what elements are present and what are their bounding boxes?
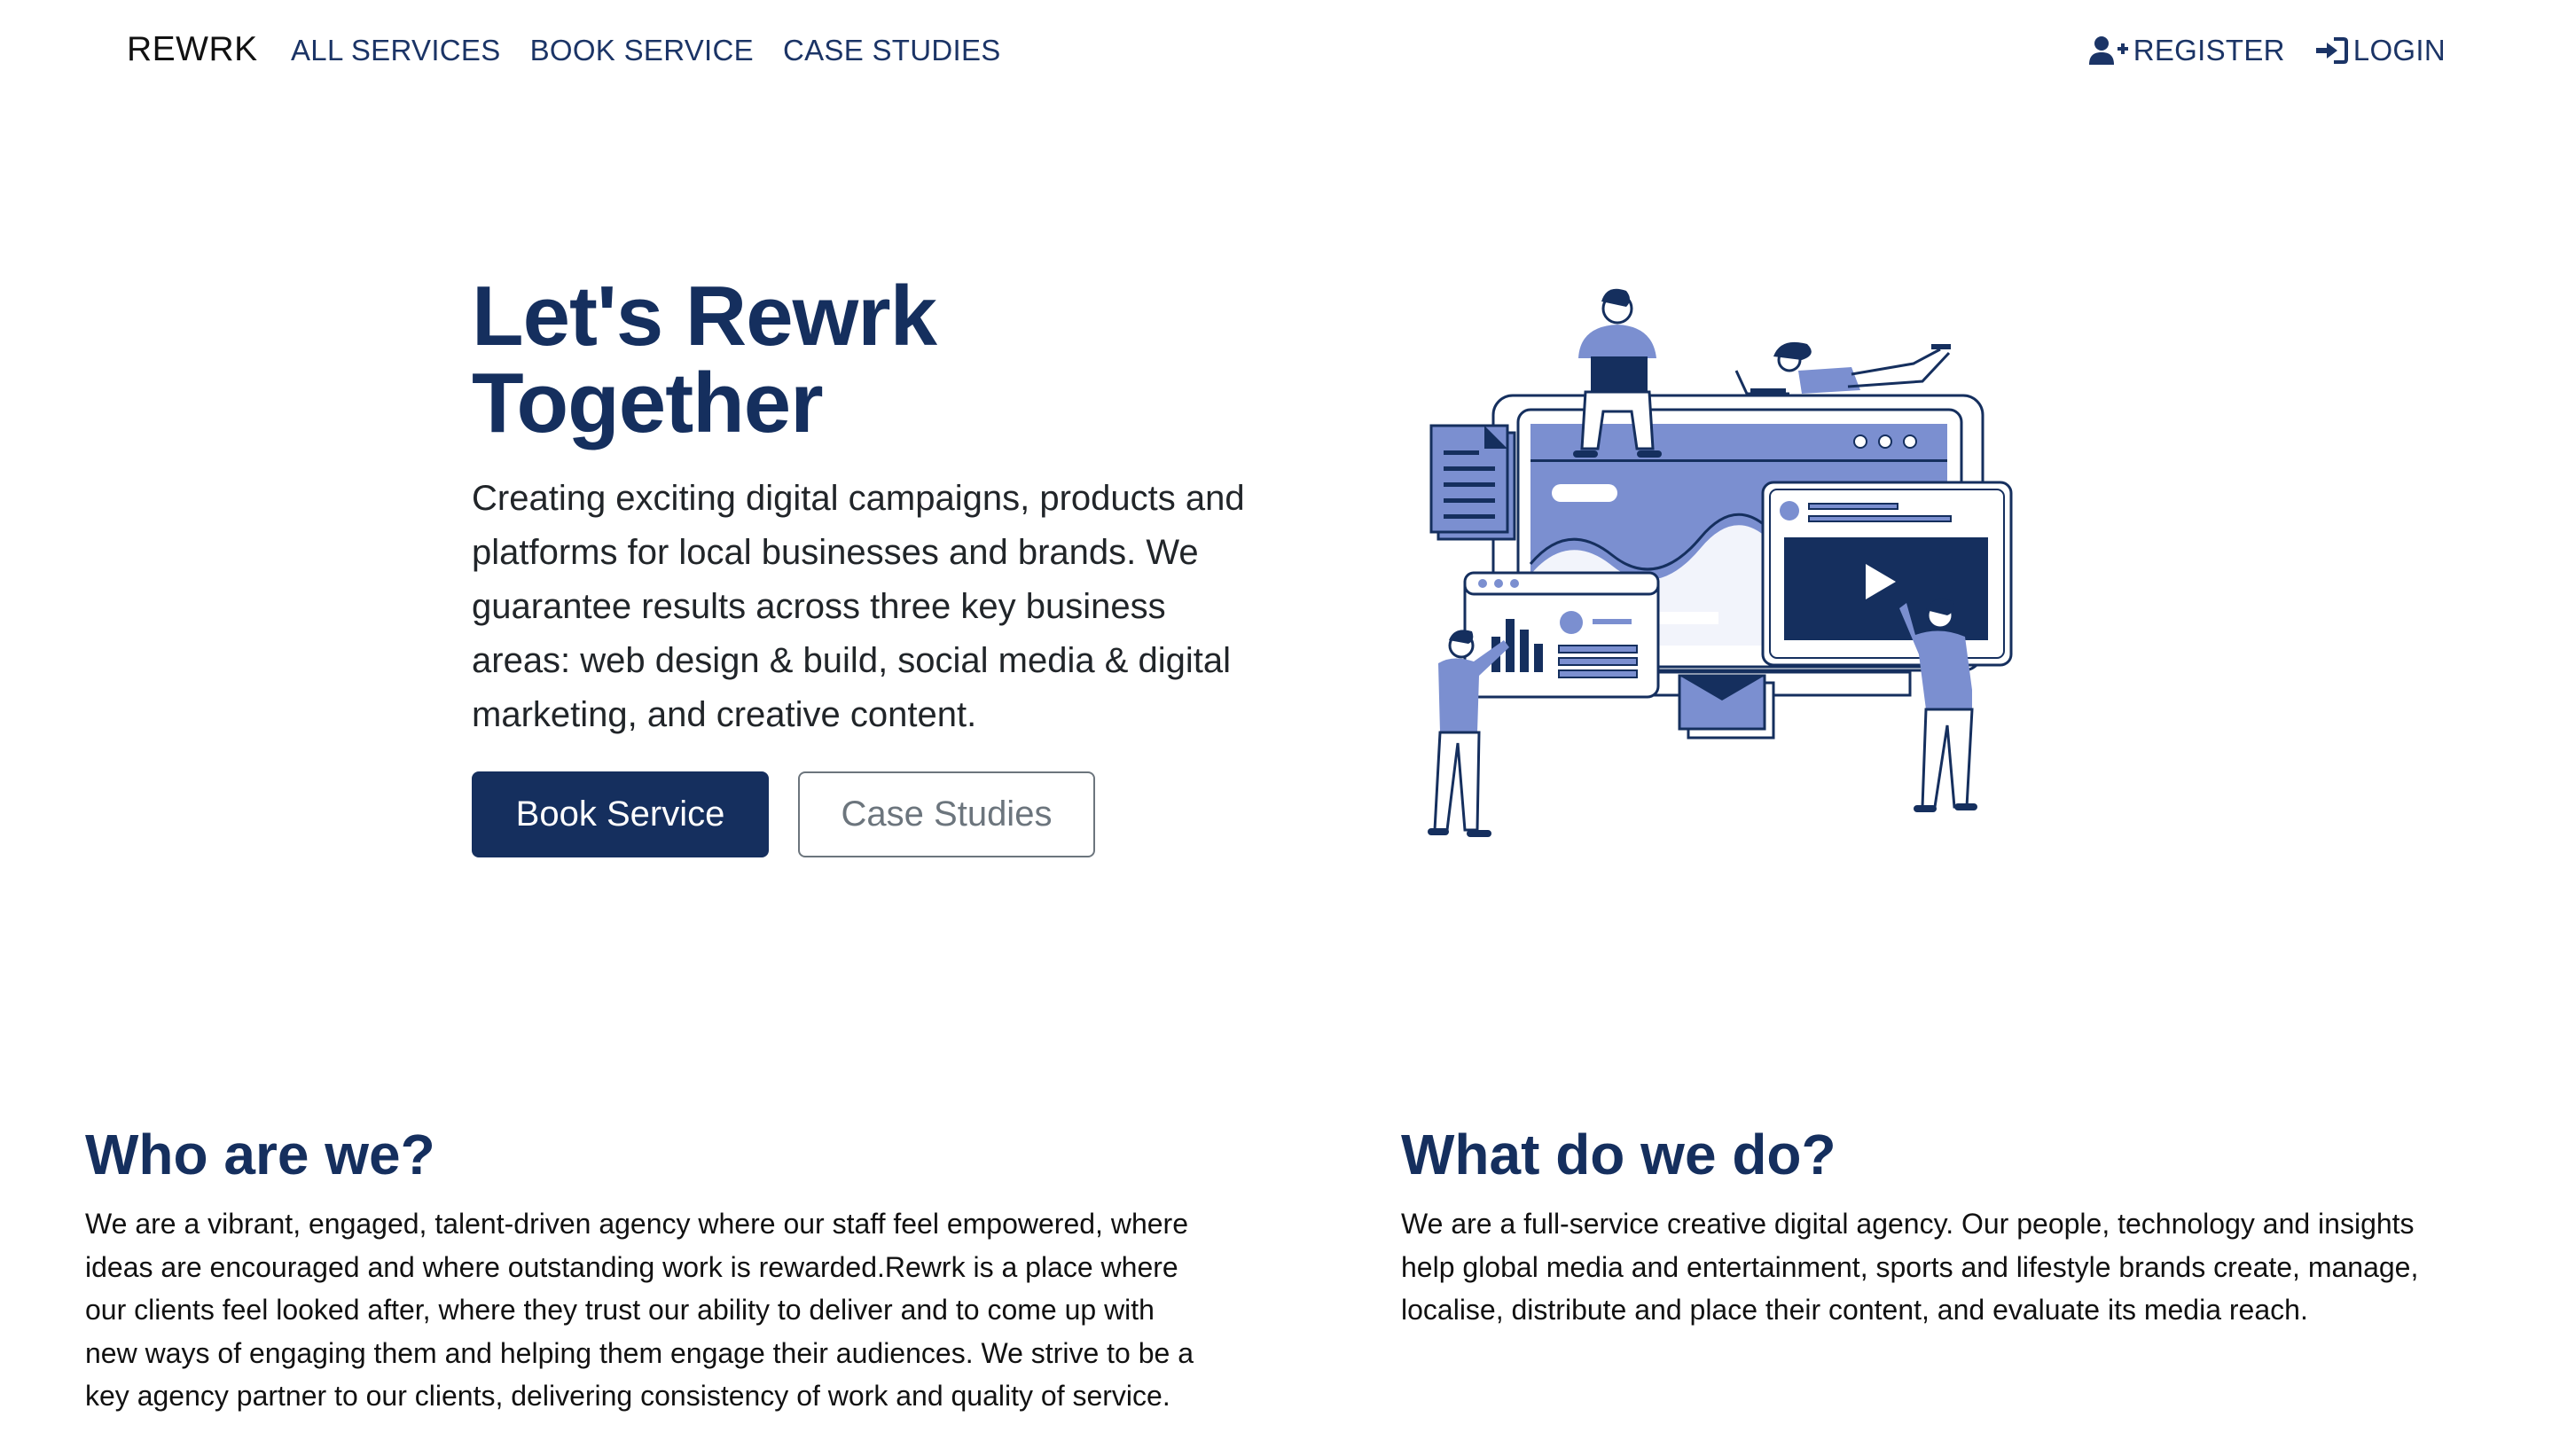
nav-case-studies[interactable]: CASE STUDIES	[783, 34, 1001, 67]
main-nav: ALL SERVICES BOOK SERVICE CASE STUDIES	[291, 34, 1030, 67]
who-title: Who are we?	[85, 1123, 435, 1186]
sign-in-icon	[2315, 37, 2348, 64]
book-service-button[interactable]: Book Service	[472, 771, 769, 857]
what-title: What do we do?	[1401, 1123, 1836, 1186]
what-body: We are a full-service creative digital a…	[1401, 1208, 2419, 1326]
hero-lead: Creating exciting digital campaigns, pro…	[472, 479, 1245, 734]
hero-illustration	[1428, 288, 2013, 837]
brand-logo[interactable]: REWRK	[127, 30, 258, 69]
navbar: REWRK ALL SERVICES BOOK SERVICE CASE STU…	[0, 0, 2552, 103]
nav-book-service[interactable]: BOOK SERVICE	[530, 34, 754, 67]
register-link[interactable]: REGISTER	[2088, 34, 2285, 67]
nav-all-services[interactable]: ALL SERVICES	[291, 34, 501, 67]
who-body: We are a vibrant, engaged, talent-driven…	[85, 1208, 1194, 1412]
login-label: LOGIN	[2352, 34, 2446, 67]
user-plus-icon	[2088, 36, 2128, 65]
auth-nav: REGISTER LOGIN	[2060, 34, 2446, 67]
register-label: REGISTER	[2133, 34, 2285, 67]
case-studies-button[interactable]: Case Studies	[798, 771, 1095, 857]
login-link[interactable]: LOGIN	[2314, 34, 2446, 67]
hero-title: Let's Rewrk Together	[472, 269, 937, 450]
